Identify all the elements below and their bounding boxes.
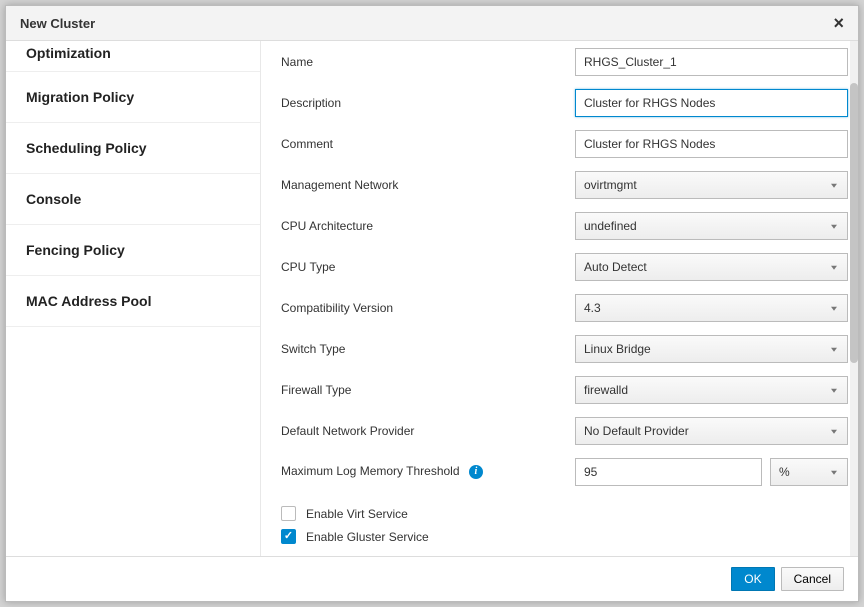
row-cpu-type: CPU Type Auto Detect (281, 252, 848, 281)
row-compatibility-version: Compatibility Version 4.3 (281, 293, 848, 322)
default-network-provider-select[interactable]: No Default Provider (575, 417, 848, 445)
sidebar-item-label: Scheduling Policy (26, 140, 147, 156)
label-max-log-memory: Maximum Log Memory Threshold i (281, 464, 575, 479)
label-compatibility-version: Compatibility Version (281, 301, 575, 315)
row-enable-virt: Enable Virt Service (281, 506, 848, 521)
max-log-memory-input[interactable] (575, 458, 762, 486)
select-value: Auto Detect (584, 260, 647, 274)
sidebar-item-fencing-policy[interactable]: Fencing Policy (6, 225, 260, 276)
select-value: undefined (584, 219, 637, 233)
cpu-type-select[interactable]: Auto Detect (575, 253, 848, 281)
compatibility-version-select[interactable]: 4.3 (575, 294, 848, 322)
select-value: % (779, 465, 790, 479)
label-firewall-type: Firewall Type (281, 383, 575, 397)
scrollbar-track[interactable] (850, 41, 858, 556)
select-value: ovirtmgmt (584, 178, 637, 192)
max-log-memory-unit-select[interactable]: % (770, 458, 848, 486)
enable-gluster-checkbox[interactable] (281, 529, 296, 544)
cancel-button[interactable]: Cancel (781, 567, 844, 591)
label-cpu-architecture: CPU Architecture (281, 219, 575, 233)
firewall-type-select[interactable]: firewalld (575, 376, 848, 404)
select-value: firewalld (584, 383, 628, 397)
dialog-footer: OK Cancel (6, 556, 858, 601)
row-switch-type: Switch Type Linux Bridge (281, 334, 848, 363)
enable-virt-checkbox[interactable] (281, 506, 296, 521)
sidebar-item-scheduling-policy[interactable]: Scheduling Policy (6, 123, 260, 174)
sidebar-item-label: Console (26, 191, 81, 207)
label-description: Description (281, 96, 575, 110)
row-default-network-provider: Default Network Provider No Default Prov… (281, 416, 848, 445)
label-enable-gluster: Enable Gluster Service (306, 530, 429, 544)
row-comment: Comment (281, 129, 848, 158)
dialog-content: Name Description Comment Management Netw… (261, 41, 858, 556)
new-cluster-dialog: New Cluster × Optimization Migration Pol… (5, 5, 859, 602)
label-switch-type: Switch Type (281, 342, 575, 356)
ok-button[interactable]: OK (731, 567, 774, 591)
label-comment: Comment (281, 137, 575, 151)
select-value: No Default Provider (584, 424, 689, 438)
sidebar-item-label: Fencing Policy (26, 242, 125, 258)
label-cpu-type: CPU Type (281, 260, 575, 274)
scrollbar-thumb[interactable] (850, 83, 858, 363)
select-value: 4.3 (584, 301, 601, 315)
row-firewall-type: Firewall Type firewalld (281, 375, 848, 404)
cpu-architecture-select[interactable]: undefined (575, 212, 848, 240)
row-name: Name (281, 47, 848, 76)
sidebar-item-mac-address-pool[interactable]: MAC Address Pool (6, 276, 260, 327)
sidebar-item-label: Optimization (26, 45, 111, 61)
sidebar-item-optimization[interactable]: Optimization (6, 41, 260, 72)
row-description: Description (281, 88, 848, 117)
close-icon[interactable]: × (833, 14, 844, 32)
sidebar-item-console[interactable]: Console (6, 174, 260, 225)
management-network-select[interactable]: ovirtmgmt (575, 171, 848, 199)
sidebar-item-label: Migration Policy (26, 89, 134, 105)
label-default-network-provider: Default Network Provider (281, 424, 575, 438)
comment-input[interactable] (575, 130, 848, 158)
name-input[interactable] (575, 48, 848, 76)
label-enable-virt: Enable Virt Service (306, 507, 408, 521)
row-max-log-memory: Maximum Log Memory Threshold i % (281, 457, 848, 486)
switch-type-select[interactable]: Linux Bridge (575, 335, 848, 363)
sidebar-item-label: MAC Address Pool (26, 293, 152, 309)
dialog-title: New Cluster (20, 16, 95, 31)
sidebar-item-migration-policy[interactable]: Migration Policy (6, 72, 260, 123)
row-enable-gluster: Enable Gluster Service (281, 529, 848, 544)
dialog-sidebar: Optimization Migration Policy Scheduling… (6, 41, 261, 556)
label-management-network: Management Network (281, 178, 575, 192)
description-input[interactable] (575, 89, 848, 117)
dialog-header: New Cluster × (6, 6, 858, 41)
label-name: Name (281, 55, 575, 69)
dialog-body: Optimization Migration Policy Scheduling… (6, 41, 858, 556)
select-value: Linux Bridge (584, 342, 651, 356)
row-management-network: Management Network ovirtmgmt (281, 170, 848, 199)
row-cpu-architecture: CPU Architecture undefined (281, 211, 848, 240)
info-icon[interactable]: i (469, 465, 483, 479)
